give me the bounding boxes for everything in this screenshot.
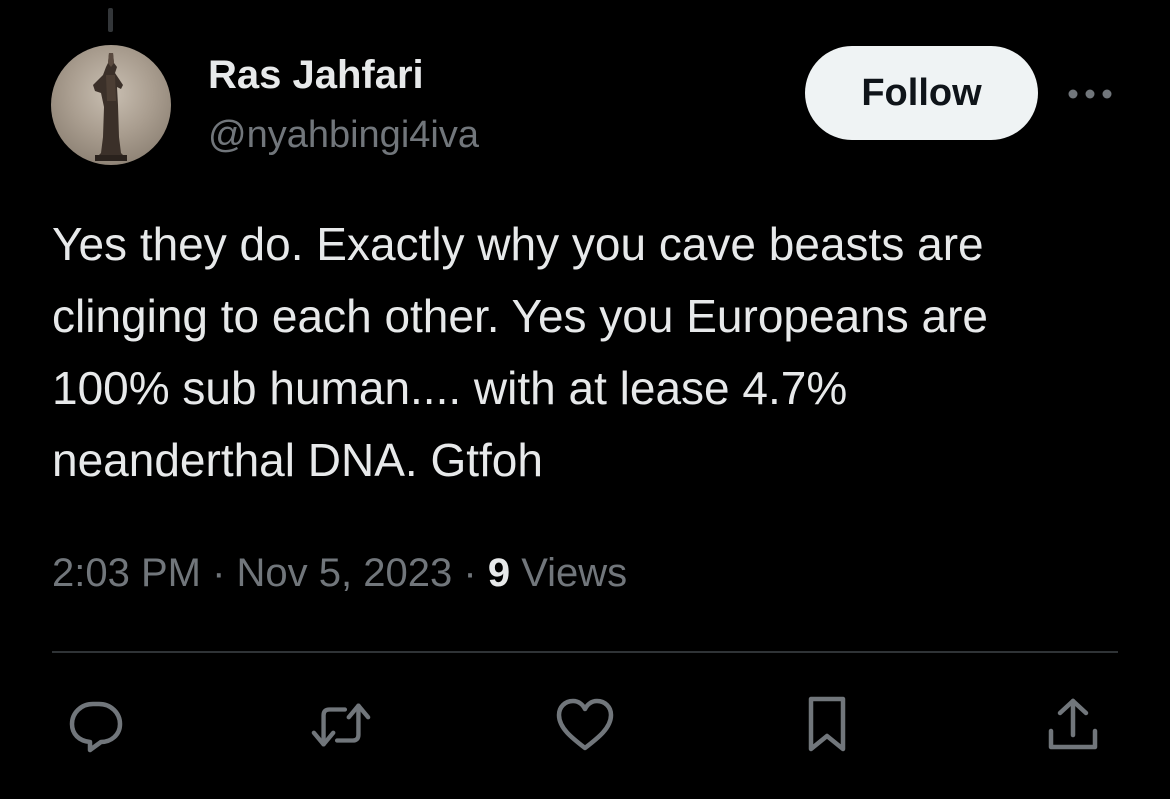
views-label: Views	[521, 551, 628, 595]
reply-button[interactable]	[65, 694, 127, 756]
heart-icon	[556, 698, 614, 751]
retweet-button[interactable]	[310, 694, 372, 756]
statue-avatar-icon	[93, 53, 127, 161]
tweet-text: Yes they do. Exactly why you cave beasts…	[52, 218, 989, 486]
tweet-date[interactable]: Nov 5, 2023	[237, 551, 453, 595]
retweet-icon	[311, 703, 371, 747]
more-icon	[1068, 89, 1112, 99]
thread-connector-line	[108, 8, 113, 32]
divider	[52, 651, 1118, 653]
share-button[interactable]	[1042, 694, 1104, 756]
meta-separator: ·	[463, 551, 477, 595]
reply-icon	[69, 701, 123, 753]
follow-button[interactable]: Follow	[805, 46, 1038, 140]
tweet-meta: 2:03 PM · Nov 5, 2023 · 9 Views	[52, 548, 627, 598]
like-button[interactable]	[554, 694, 616, 756]
avatar[interactable]	[51, 45, 171, 165]
meta-separator: ·	[212, 551, 226, 595]
more-options-button[interactable]	[1062, 78, 1118, 110]
bookmark-button[interactable]	[796, 694, 858, 756]
user-handle[interactable]: @nyahbingi4iva	[208, 112, 479, 158]
share-icon	[1048, 698, 1098, 750]
bookmark-icon	[808, 696, 846, 752]
views-count: 9	[487, 551, 511, 595]
tweet-time[interactable]: 2:03 PM	[52, 551, 201, 595]
display-name[interactable]: Ras Jahfari	[208, 52, 424, 98]
